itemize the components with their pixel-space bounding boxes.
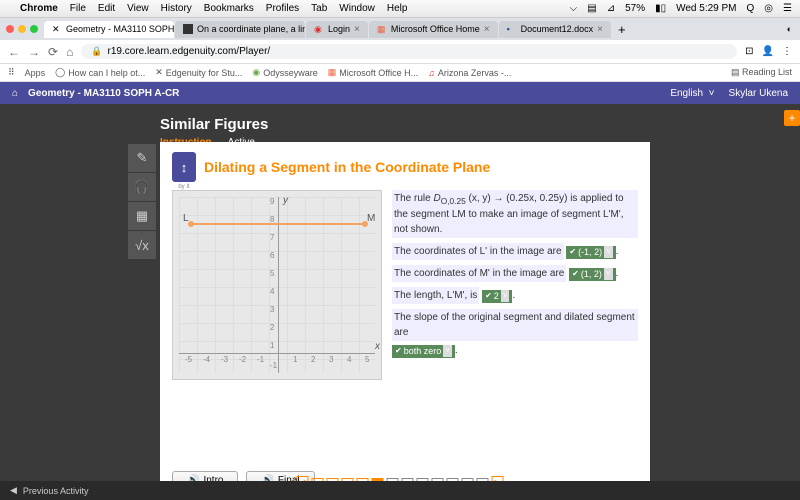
wifi-icon[interactable]: ⊿ <box>607 3 615 14</box>
extension-icon[interactable]: ⊡ <box>745 46 753 57</box>
profile-icon[interactable]: 👤 <box>762 46 774 57</box>
favicon-icon: ✕ <box>155 67 163 78</box>
formula-tool-icon[interactable]: √x <box>128 231 156 259</box>
favicon-icon: ▦ <box>377 24 387 34</box>
bookmark-item[interactable]: ♫Arizona Zervas -... <box>428 68 511 78</box>
menu-help[interactable]: Help <box>387 3 408 14</box>
incognito-icon[interactable]: ◐ <box>779 24 800 34</box>
menu-file[interactable]: File <box>70 3 86 14</box>
bookmark-item[interactable]: ▦Microsoft Office H... <box>328 67 418 78</box>
menu-bookmarks[interactable]: Bookmarks <box>204 3 254 14</box>
page-title: Similar Figures <box>160 116 268 133</box>
bookmark-item[interactable]: ◯How can I help ot... <box>55 67 145 78</box>
tool-column: ✎ 🎧 ▦ √x <box>128 144 156 259</box>
favicon-icon: ◉ <box>314 24 324 34</box>
menu-history[interactable]: History <box>161 3 192 14</box>
window-max-icon[interactable] <box>30 25 38 33</box>
calculator-tool-icon[interactable]: ▦ <box>128 202 156 230</box>
label-l: L <box>183 213 189 224</box>
lesson-text: The rule DO,0.25 (x, y) → (0.25x, 0.25y)… <box>392 190 638 380</box>
bookmarks-bar: ⠿ Apps ◯How can I help ot... ✕Edgenuity … <box>0 64 800 82</box>
bookmark-item[interactable]: ✕Edgenuity for Stu... <box>155 67 242 78</box>
browser-tabbar: ✕Geometry - MA3110 SOPH A-C× On a coordi… <box>0 18 800 40</box>
globe-icon: ◯ <box>55 67 65 78</box>
lesson-icon: ↕ <box>172 152 196 182</box>
close-icon[interactable]: × <box>354 24 360 35</box>
prev-activity-bar[interactable]: ◀ Previous Activity <box>0 481 800 500</box>
favicon-icon: ▦ <box>328 67 337 78</box>
lesson-title: Dilating a Segment in the Coordinate Pla… <box>204 159 490 175</box>
menu-window[interactable]: Window <box>339 3 375 14</box>
lesson-content: ↕ Dilating a Segment in the Coordinate P… <box>160 142 650 500</box>
favicon-icon: ◉ <box>252 67 260 78</box>
answer-l-prime[interactable]: (-1, 2)˅ <box>566 246 615 260</box>
language-select[interactable]: English ˅ <box>670 88 714 99</box>
macos-menubar: Chrome File Edit View History Bookmarks … <box>0 0 800 18</box>
chevron-left-icon: ◀ <box>10 485 17 496</box>
battery-icon: ▮▯ <box>655 3 666 14</box>
url-input[interactable]: 🔒 r19.core.learn.edgenuity.com/Player/ <box>81 44 737 59</box>
window-min-icon[interactable] <box>18 25 26 33</box>
favicon-icon: ✕ <box>52 24 62 34</box>
spotlight-icon[interactable]: Q <box>747 3 755 14</box>
label-m: M <box>367 213 375 224</box>
menu-icon[interactable]: ⋮ <box>782 46 792 57</box>
coordinate-graph: L M y x 9 8 7 6 5 4 3 2 1 -1 -5 -4 -3 <box>172 190 382 380</box>
close-icon[interactable]: × <box>597 24 603 35</box>
forward-button[interactable]: → <box>28 45 40 59</box>
new-tab-button[interactable]: + <box>612 22 632 37</box>
url-text: r19.core.learn.edgenuity.com/Player/ <box>108 46 271 57</box>
menu-edit[interactable]: Edit <box>98 3 115 14</box>
favicon-icon: ▪ <box>507 24 517 34</box>
back-button[interactable]: ← <box>8 45 20 59</box>
add-button[interactable]: + <box>784 110 800 126</box>
pencil-tool-icon[interactable]: ✎ <box>128 144 156 172</box>
home-button[interactable]: ⌂ <box>66 45 73 59</box>
clock[interactable]: Wed 5:29 PM <box>676 3 736 14</box>
apps-label[interactable]: Apps <box>25 68 46 78</box>
close-icon[interactable]: × <box>484 24 490 35</box>
main-area: + Similar Figures Instruction Active ✎ 🎧… <box>0 104 800 500</box>
user-name[interactable]: Skylar Ukena <box>729 88 788 99</box>
segment-lm <box>191 223 365 225</box>
apps-icon[interactable]: ⠿ <box>8 67 15 78</box>
tab-office[interactable]: ▦Microsoft Office Home× <box>369 21 498 38</box>
tab-brainly[interactable]: On a coordinate plane, a line is× <box>175 21 305 38</box>
control-center-icon[interactable]: ☰ <box>783 3 792 14</box>
bookmark-item[interactable]: ◉Odysseyware <box>252 67 317 78</box>
address-bar: ← → ⟳ ⌂ 🔒 r19.core.learn.edgenuity.com/P… <box>0 40 800 64</box>
lock-icon[interactable]: 🔒 <box>91 46 102 57</box>
course-title: Geometry - MA3110 SOPH A-CR <box>28 88 179 99</box>
menu-profiles[interactable]: Profiles <box>266 3 299 14</box>
siri-icon[interactable]: ◎ <box>764 3 773 14</box>
tab-geometry[interactable]: ✕Geometry - MA3110 SOPH A-C× <box>44 21 174 38</box>
favicon-icon <box>183 24 193 34</box>
reading-list[interactable]: ▤ Reading List <box>731 67 792 78</box>
menu-tab[interactable]: Tab <box>311 3 327 14</box>
course-header: ⌂ Geometry - MA3110 SOPH A-CR English ˅ … <box>0 82 800 104</box>
tab-login[interactable]: ◉Login× <box>306 21 368 38</box>
bluetooth-icon[interactable]: ⌵ <box>570 3 578 14</box>
battery-text: 57% <box>625 3 645 14</box>
app-name[interactable]: Chrome <box>20 3 58 14</box>
menu-view[interactable]: View <box>127 3 149 14</box>
audio-tool-icon[interactable]: 🎧 <box>128 173 156 201</box>
favicon-icon: ♫ <box>428 68 435 78</box>
window-close-icon[interactable] <box>6 25 14 33</box>
home-icon[interactable]: ⌂ <box>12 88 18 99</box>
answer-length[interactable]: 2˅ <box>482 290 512 304</box>
answer-slope[interactable]: both zero˅ <box>392 345 455 359</box>
tab-document[interactable]: ▪Document12.docx× <box>499 21 611 38</box>
reload-button[interactable]: ⟳ <box>48 45 58 59</box>
flag-icon[interactable]: ▤ <box>587 3 596 14</box>
answer-m-prime[interactable]: (1, 2)˅ <box>569 268 615 282</box>
